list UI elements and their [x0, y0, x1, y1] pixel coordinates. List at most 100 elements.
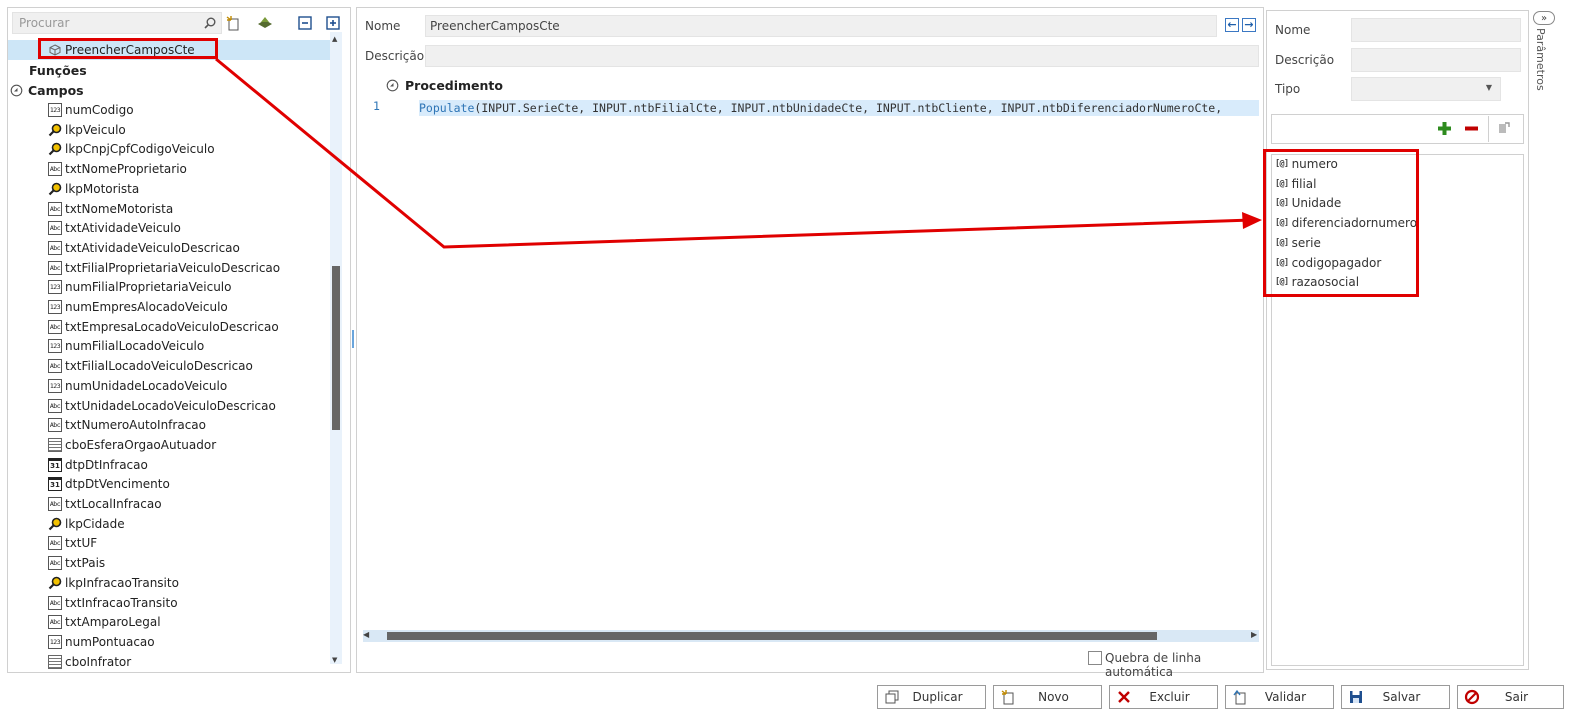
tree-field-item[interactable]: 123 numUnidadeLocadoVeiculo — [48, 376, 227, 396]
tree-field-item[interactable]: Abc txtLocalInfracao — [48, 494, 162, 514]
arrow-right-icon[interactable]: → — [1242, 18, 1256, 32]
tree-field-item[interactable]: Abc txtPais — [48, 553, 105, 573]
tree-field-label: lkpCidade — [65, 516, 125, 531]
collapse-all-icon[interactable] — [294, 12, 316, 34]
tree-field-item[interactable]: 123 numCodigo — [48, 100, 134, 120]
save-label: Salvar — [1382, 690, 1421, 704]
arrow-left-icon[interactable]: ← — [1225, 18, 1239, 32]
search-input[interactable] — [13, 13, 207, 33]
tree-field-item[interactable]: Abc txtNumeroAutoInfracao — [48, 415, 206, 435]
tree-field-item[interactable]: 31 dtpDtInfracao — [48, 455, 148, 475]
tree-field-item[interactable]: Abc txtFilialProprietariaVeiculoDescricao — [48, 258, 280, 278]
tree-field-item[interactable]: 123 numPontuacao — [48, 632, 155, 652]
editor-hscrollbar-thumb[interactable] — [387, 632, 1157, 640]
tree-field-item[interactable]: Abc txtFilialLocadoVeiculoDescricao — [48, 356, 253, 376]
numeric-field-icon: 123 — [48, 339, 62, 354]
validate-button[interactable]: Validar — [1225, 685, 1334, 709]
tree-field-item[interactable]: Abc txtAmparoLegal — [48, 612, 161, 632]
tree-field-item[interactable]: 123 numFilialLocadoVeiculo — [48, 336, 204, 356]
tree-field-item[interactable]: Abc txtInfracaoTransito — [48, 593, 178, 613]
new-button[interactable]: Novo — [993, 685, 1102, 709]
tree-field-label: txtLocalInfracao — [65, 497, 162, 511]
tree-field-label: numEmpresAlocadoVeiculo — [65, 300, 228, 314]
calendar-icon: 31 — [48, 457, 62, 472]
tree-field-label: lkpCnpjCpfCodigoVeiculo — [65, 142, 215, 157]
code-editor[interactable] — [361, 78, 1259, 638]
tree-field-item[interactable]: 123 numFilialProprietariaVeiculo — [48, 277, 231, 297]
lookup-icon — [48, 142, 62, 156]
duplicate-button[interactable]: Duplicar — [877, 685, 986, 709]
parameters-tab-label: Parâmetros — [1534, 28, 1547, 91]
param-description-field[interactable] — [1351, 48, 1521, 72]
tree-field-label: lkpInfracaoTransito — [65, 575, 179, 590]
lookup-icon — [48, 517, 62, 531]
tree-field-item[interactable]: 31 dtpDtVencimento — [48, 474, 170, 494]
tree-field-item[interactable]: cboEsferaOrgaoAutuador — [48, 435, 216, 455]
expand-panel-icon[interactable]: » — [1533, 11, 1555, 25]
tree-field-item[interactable]: lkpCidade — [48, 514, 125, 534]
tree-field-item[interactable]: lkpMotorista — [48, 179, 139, 199]
import-icon[interactable] — [254, 12, 276, 34]
search-icon[interactable] — [203, 16, 217, 30]
expand-all-icon[interactable] — [322, 12, 344, 34]
remove-param-icon[interactable] — [1464, 121, 1479, 136]
tree-field-item[interactable]: Abc txtEmpresaLocadoVeiculoDescricao — [48, 317, 279, 337]
text-field-icon: Abc — [48, 497, 62, 511]
tree-section-label: Funções — [29, 62, 87, 78]
annotation-highlight-procedure — [38, 38, 218, 59]
splitter-handle[interactable] — [352, 330, 354, 348]
param-options-icon[interactable] — [1497, 121, 1511, 135]
param-toolbar — [1271, 114, 1524, 144]
tree-field-item[interactable]: Abc txtUF — [48, 533, 97, 553]
collapse-circle-icon[interactable] — [10, 84, 23, 97]
scroll-right-icon[interactable]: ▶ — [1251, 630, 1257, 639]
tree-field-label: txtFilialProprietariaVeiculoDescricao — [65, 260, 281, 275]
text-field-icon: Abc — [48, 240, 62, 255]
tree-field-label: txtUF — [65, 536, 98, 551]
tree-field-label: txtNomeMotorista — [65, 201, 174, 216]
tree-field-label: txtAtividadeVeiculo — [65, 221, 181, 236]
tree-scrollbar-thumb[interactable] — [332, 266, 340, 430]
tree-section-campos[interactable]: Campos — [10, 80, 84, 100]
text-field-icon: Abc — [48, 595, 62, 610]
scroll-left-icon[interactable]: ◀ — [363, 630, 369, 639]
delete-button[interactable]: Excluir — [1109, 685, 1218, 709]
text-field-icon: Abc — [48, 418, 62, 433]
scroll-up-icon[interactable]: ▲ — [332, 35, 337, 43]
duplicate-icon — [884, 689, 900, 705]
tree-field-label: txtFilialLocadoVeiculoDescricao — [65, 359, 253, 374]
description-field[interactable] — [425, 45, 1259, 67]
annotation-highlight-params — [1263, 149, 1419, 297]
tree-field-label: numCodigo — [65, 103, 134, 117]
tree-section-label: Campos — [28, 82, 84, 98]
exit-button[interactable]: Sair — [1457, 685, 1564, 709]
save-button[interactable]: Salvar — [1341, 685, 1450, 709]
tree-field-item[interactable]: lkpVeiculo — [48, 120, 126, 140]
param-type-select[interactable]: ▼ — [1351, 77, 1501, 101]
scroll-down-icon[interactable]: ▼ — [332, 656, 337, 664]
tree-field-item[interactable]: cboInfrator — [48, 652, 131, 672]
tree-field-item[interactable]: 123 numEmpresAlocadoVeiculo — [48, 297, 228, 317]
tree-field-item[interactable]: Abc txtNomeProprietario — [48, 159, 187, 179]
tree-field-item[interactable]: Abc txtUnidadeLocadoVeiculoDescricao — [48, 396, 276, 416]
tree-field-item[interactable]: Abc txtNomeMotorista — [48, 199, 173, 219]
validate-icon — [1232, 689, 1248, 705]
param-description-label: Descrição — [1275, 53, 1335, 67]
tree-section-funcoes[interactable]: Funções — [29, 60, 87, 80]
chevron-down-icon[interactable]: ▼ — [1486, 83, 1492, 92]
tree-field-item[interactable]: Abc txtAtividadeVeiculo — [48, 218, 181, 238]
name-field[interactable]: PreencherCamposCte — [425, 15, 1217, 37]
new-item-icon[interactable] — [222, 12, 244, 34]
toolbar-divider — [1488, 116, 1489, 142]
code-line[interactable]: Populate(INPUT.SerieCte, INPUT.ntbFilial… — [419, 100, 1259, 116]
param-name-field[interactable] — [1351, 18, 1521, 42]
code-function: Populate — [419, 101, 475, 115]
tree-field-item[interactable]: lkpCnpjCpfCodigoVeiculo — [48, 139, 215, 159]
text-field-icon: Abc — [48, 556, 62, 571]
word-wrap-checkbox[interactable] — [1088, 651, 1102, 665]
search-box[interactable] — [12, 12, 222, 34]
collapse-circle-icon[interactable] — [386, 79, 399, 92]
tree-field-item[interactable]: Abc txtAtividadeVeiculoDescricao — [48, 238, 240, 258]
add-param-icon[interactable] — [1437, 121, 1452, 136]
tree-field-item[interactable]: lkpInfracaoTransito — [48, 573, 179, 593]
